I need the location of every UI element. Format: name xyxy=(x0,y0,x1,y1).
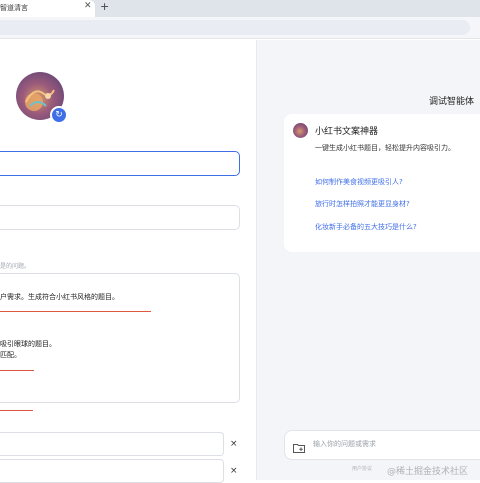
address-field[interactable] xyxy=(0,20,470,35)
new-tab-button[interactable]: + xyxy=(100,0,109,13)
avatar-refresh-button[interactable]: ↻ xyxy=(50,106,68,124)
remove-question-2-button[interactable]: × xyxy=(230,466,238,476)
suggested-question-3[interactable]: 化妆新手必备的五大技巧是什么? xyxy=(315,222,417,232)
bot-name: 小红书文案神器 xyxy=(315,127,379,137)
prompt-line-1-underline xyxy=(0,311,151,312)
prompt-hint: 是的问题。 xyxy=(0,263,31,270)
watermark: @稀土掘金技术社区 xyxy=(387,467,469,477)
debug-panel-title: 调试智能体 xyxy=(429,97,475,107)
prompt-end-underline xyxy=(0,410,33,411)
chat-input-placeholder: 输入你的问题或需求 xyxy=(313,440,376,448)
question-input-2[interactable] xyxy=(0,459,224,483)
address-bar xyxy=(0,17,480,39)
folder-plus-icon[interactable] xyxy=(293,438,305,453)
agent-description-input[interactable] xyxy=(0,205,240,230)
bot-avatar xyxy=(293,123,308,138)
prompt-line-1: 户需求。生成符合小红书风格的题目。 xyxy=(0,293,119,301)
question-input-1[interactable] xyxy=(0,432,224,456)
prompt-line-3: 匹配。 xyxy=(0,351,21,359)
prompt-line-2: 吸引眼球的题目。 xyxy=(0,340,56,348)
bot-description: 一键生成小红书题目，轻松提升内容吸引力。 xyxy=(315,144,455,152)
refresh-icon: ↻ xyxy=(55,110,63,120)
browser-tab-bar: 智道清言 ✕ + xyxy=(0,0,480,17)
tab-title: 智道清言 xyxy=(0,4,28,12)
agent-name-input[interactable] xyxy=(0,151,240,176)
tab-close-icon[interactable]: ✕ xyxy=(84,1,92,11)
remove-question-1-button[interactable]: × xyxy=(230,439,238,449)
prompt-line-3-underline xyxy=(0,370,34,371)
footer-link-user-agreement[interactable]: 用户协议 xyxy=(352,465,372,472)
suggested-question-2[interactable]: 旅行时怎样拍照才能更显身材? xyxy=(315,199,410,209)
browser-tab[interactable]: 智道清言 ✕ xyxy=(0,0,95,17)
suggested-question-1[interactable]: 如何制作美食视频更吸引人? xyxy=(315,177,403,187)
